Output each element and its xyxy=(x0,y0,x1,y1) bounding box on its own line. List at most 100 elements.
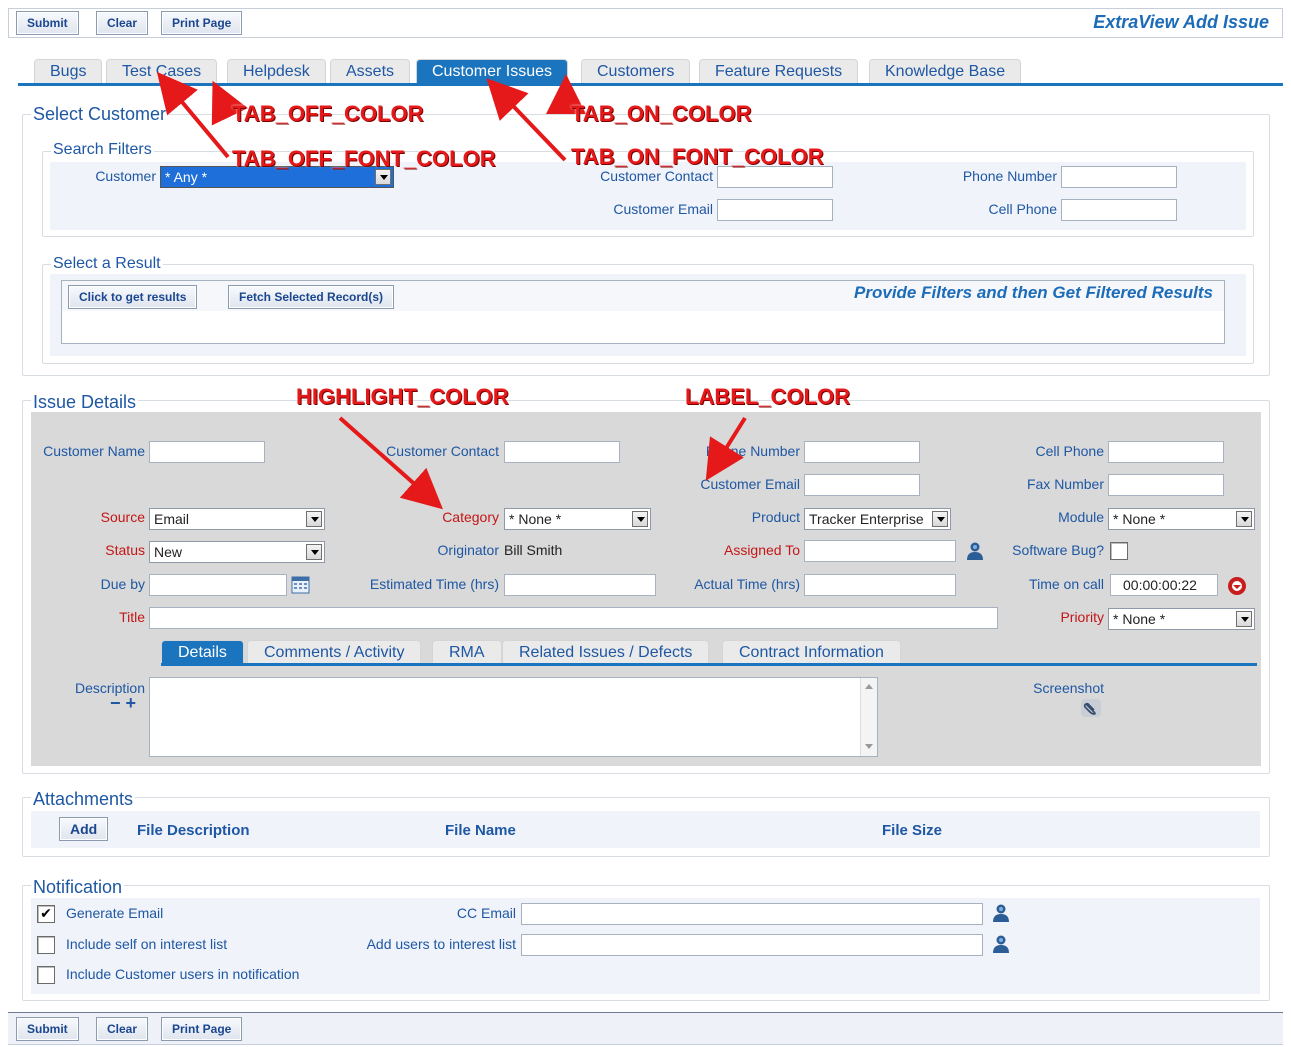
tab-customers[interactable]: Customers xyxy=(581,59,691,83)
cc-email-label: CC Email xyxy=(456,905,516,921)
tab-customer-issues[interactable]: Customer Issues xyxy=(416,59,569,83)
customer-name-input[interactable] xyxy=(149,441,265,463)
print-page-button-top[interactable]: Print Page xyxy=(161,11,243,35)
select-customer-legend: Select Customer xyxy=(31,104,169,125)
paperclip-icon[interactable] xyxy=(1080,698,1102,718)
phone-number-filter-input[interactable] xyxy=(1061,166,1177,188)
tab-rma[interactable]: RMA xyxy=(432,640,502,663)
chevron-down-icon xyxy=(306,544,322,560)
timer-icon[interactable] xyxy=(1226,575,1248,597)
originator-label: Originator xyxy=(437,542,499,558)
submit-button-top[interactable]: Submit xyxy=(16,11,79,35)
customer-email-input[interactable] xyxy=(804,474,920,496)
priority-select[interactable]: * None * xyxy=(1108,608,1255,630)
customer-contact-filter-label: Customer Contact xyxy=(600,168,713,184)
title-input[interactable] xyxy=(149,607,998,629)
tab-feature-requests[interactable]: Feature Requests xyxy=(699,59,859,83)
chevron-down-icon xyxy=(1236,511,1252,527)
results-hint: Provide Filters and then Get Filtered Re… xyxy=(854,283,1213,302)
add-users-label: Add users to interest list xyxy=(366,936,516,952)
fetch-selected-button[interactable]: Fetch Selected Record(s) xyxy=(228,285,395,309)
annotation-tab-on-color: TAB_ON_COLOR xyxy=(571,101,752,126)
phone-number-label: Phone Number xyxy=(705,443,800,459)
attachments-legend: Attachments xyxy=(31,789,136,810)
submit-button-bottom[interactable]: Submit xyxy=(16,1017,79,1041)
tab-details[interactable]: Details xyxy=(161,640,244,663)
actual-time-label: Actual Time (hrs) xyxy=(694,576,800,592)
phone-number-input[interactable] xyxy=(804,441,920,463)
app-title: ExtraView Add Issue xyxy=(1093,12,1269,32)
due-by-input[interactable] xyxy=(149,574,287,596)
scroll-up-icon[interactable] xyxy=(865,684,873,689)
file-description-column: File Description xyxy=(137,822,250,839)
clear-button-top[interactable]: Clear xyxy=(96,11,149,35)
add-users-input[interactable] xyxy=(521,934,983,956)
add-attachment-button[interactable]: Add xyxy=(59,817,109,841)
tab-assets[interactable]: Assets xyxy=(330,59,411,83)
scroll-down-icon[interactable] xyxy=(865,744,873,749)
cell-phone-label: Cell Phone xyxy=(1035,443,1105,459)
time-on-call-input[interactable]: 00:00:00:22 xyxy=(1110,574,1218,596)
description-scrollbar[interactable] xyxy=(860,678,877,756)
file-size-column: File Size xyxy=(882,822,943,839)
annotation-tab-off-color: TAB_OFF_COLOR xyxy=(232,101,424,126)
description-textarea[interactable] xyxy=(149,677,878,757)
module-label: Module xyxy=(1058,509,1104,525)
generate-email-label: Generate Email xyxy=(66,905,164,921)
cell-phone-input[interactable] xyxy=(1108,441,1224,463)
customer-contact-label: Customer Contact xyxy=(386,443,499,459)
cc-email-input[interactable] xyxy=(521,903,983,925)
customer-filter-value: * Any * xyxy=(165,169,208,185)
get-results-button[interactable]: Click to get results xyxy=(68,285,198,309)
cc-email-user-icon[interactable] xyxy=(990,902,1012,924)
tab-contract-information[interactable]: Contract Information xyxy=(722,640,901,663)
status-select[interactable]: New xyxy=(149,541,325,563)
arrow-tab-off-color xyxy=(211,80,248,126)
fax-number-input[interactable] xyxy=(1108,474,1224,496)
estimated-time-input[interactable] xyxy=(504,574,656,596)
tab-bugs[interactable]: Bugs xyxy=(34,59,103,83)
tab-comments-activity[interactable]: Comments / Activity xyxy=(247,640,422,663)
source-label: Source xyxy=(100,509,145,525)
fax-number-label: Fax Number xyxy=(1026,476,1104,492)
tab-test-cases[interactable]: Test Cases xyxy=(106,59,218,83)
shrink-icon[interactable]: − xyxy=(110,693,121,713)
tab-helpdesk[interactable]: Helpdesk xyxy=(227,59,326,83)
status-value: New xyxy=(154,544,183,560)
calendar-icon[interactable] xyxy=(291,576,311,594)
source-select[interactable]: Email xyxy=(149,508,325,530)
chevron-down-icon xyxy=(932,511,948,527)
status-label: Status xyxy=(105,542,145,558)
annotation-tab-on-font-color: TAB_ON_FONT_COLOR xyxy=(571,144,824,169)
customer-email-label: Customer Email xyxy=(700,476,800,492)
description-resize-controls: − + xyxy=(110,694,136,712)
include-self-checkbox[interactable] xyxy=(37,936,55,954)
category-value: * None * xyxy=(509,511,562,527)
annotation-label-color: LABEL_COLOR xyxy=(685,384,850,409)
expand-icon[interactable]: + xyxy=(126,693,137,713)
user-lookup-icon[interactable] xyxy=(964,540,986,562)
customer-name-label: Customer Name xyxy=(43,443,145,459)
chevron-down-icon xyxy=(1236,611,1252,627)
tab-related-issues[interactable]: Related Issues / Defects xyxy=(502,640,710,663)
category-select[interactable]: * None * xyxy=(504,508,651,530)
include-customer-checkbox[interactable] xyxy=(37,966,55,984)
module-select[interactable]: * None * xyxy=(1108,508,1255,530)
add-users-icon[interactable] xyxy=(990,933,1012,955)
title-label: Title xyxy=(119,609,145,625)
print-page-button-bottom[interactable]: Print Page xyxy=(161,1017,243,1041)
software-bug-checkbox[interactable] xyxy=(1110,542,1128,560)
module-value: * None * xyxy=(1113,511,1166,527)
cell-phone-filter-input[interactable] xyxy=(1061,199,1177,221)
priority-value: * None * xyxy=(1113,611,1166,627)
product-select[interactable]: Tracker Enterprise xyxy=(804,508,951,530)
customer-email-filter-input[interactable] xyxy=(717,199,833,221)
include-self-label: Include self on interest list xyxy=(66,936,228,952)
clear-button-bottom[interactable]: Clear xyxy=(96,1017,149,1041)
customer-contact-input[interactable] xyxy=(504,441,620,463)
tab-knowledge-base[interactable]: Knowledge Base xyxy=(869,59,1022,83)
actual-time-input[interactable] xyxy=(804,574,956,596)
generate-email-checkbox[interactable]: ✔ xyxy=(37,905,55,923)
assigned-to-input[interactable] xyxy=(804,540,956,562)
annotation-highlight-color: HIGHLIGHT_COLOR xyxy=(296,384,509,409)
